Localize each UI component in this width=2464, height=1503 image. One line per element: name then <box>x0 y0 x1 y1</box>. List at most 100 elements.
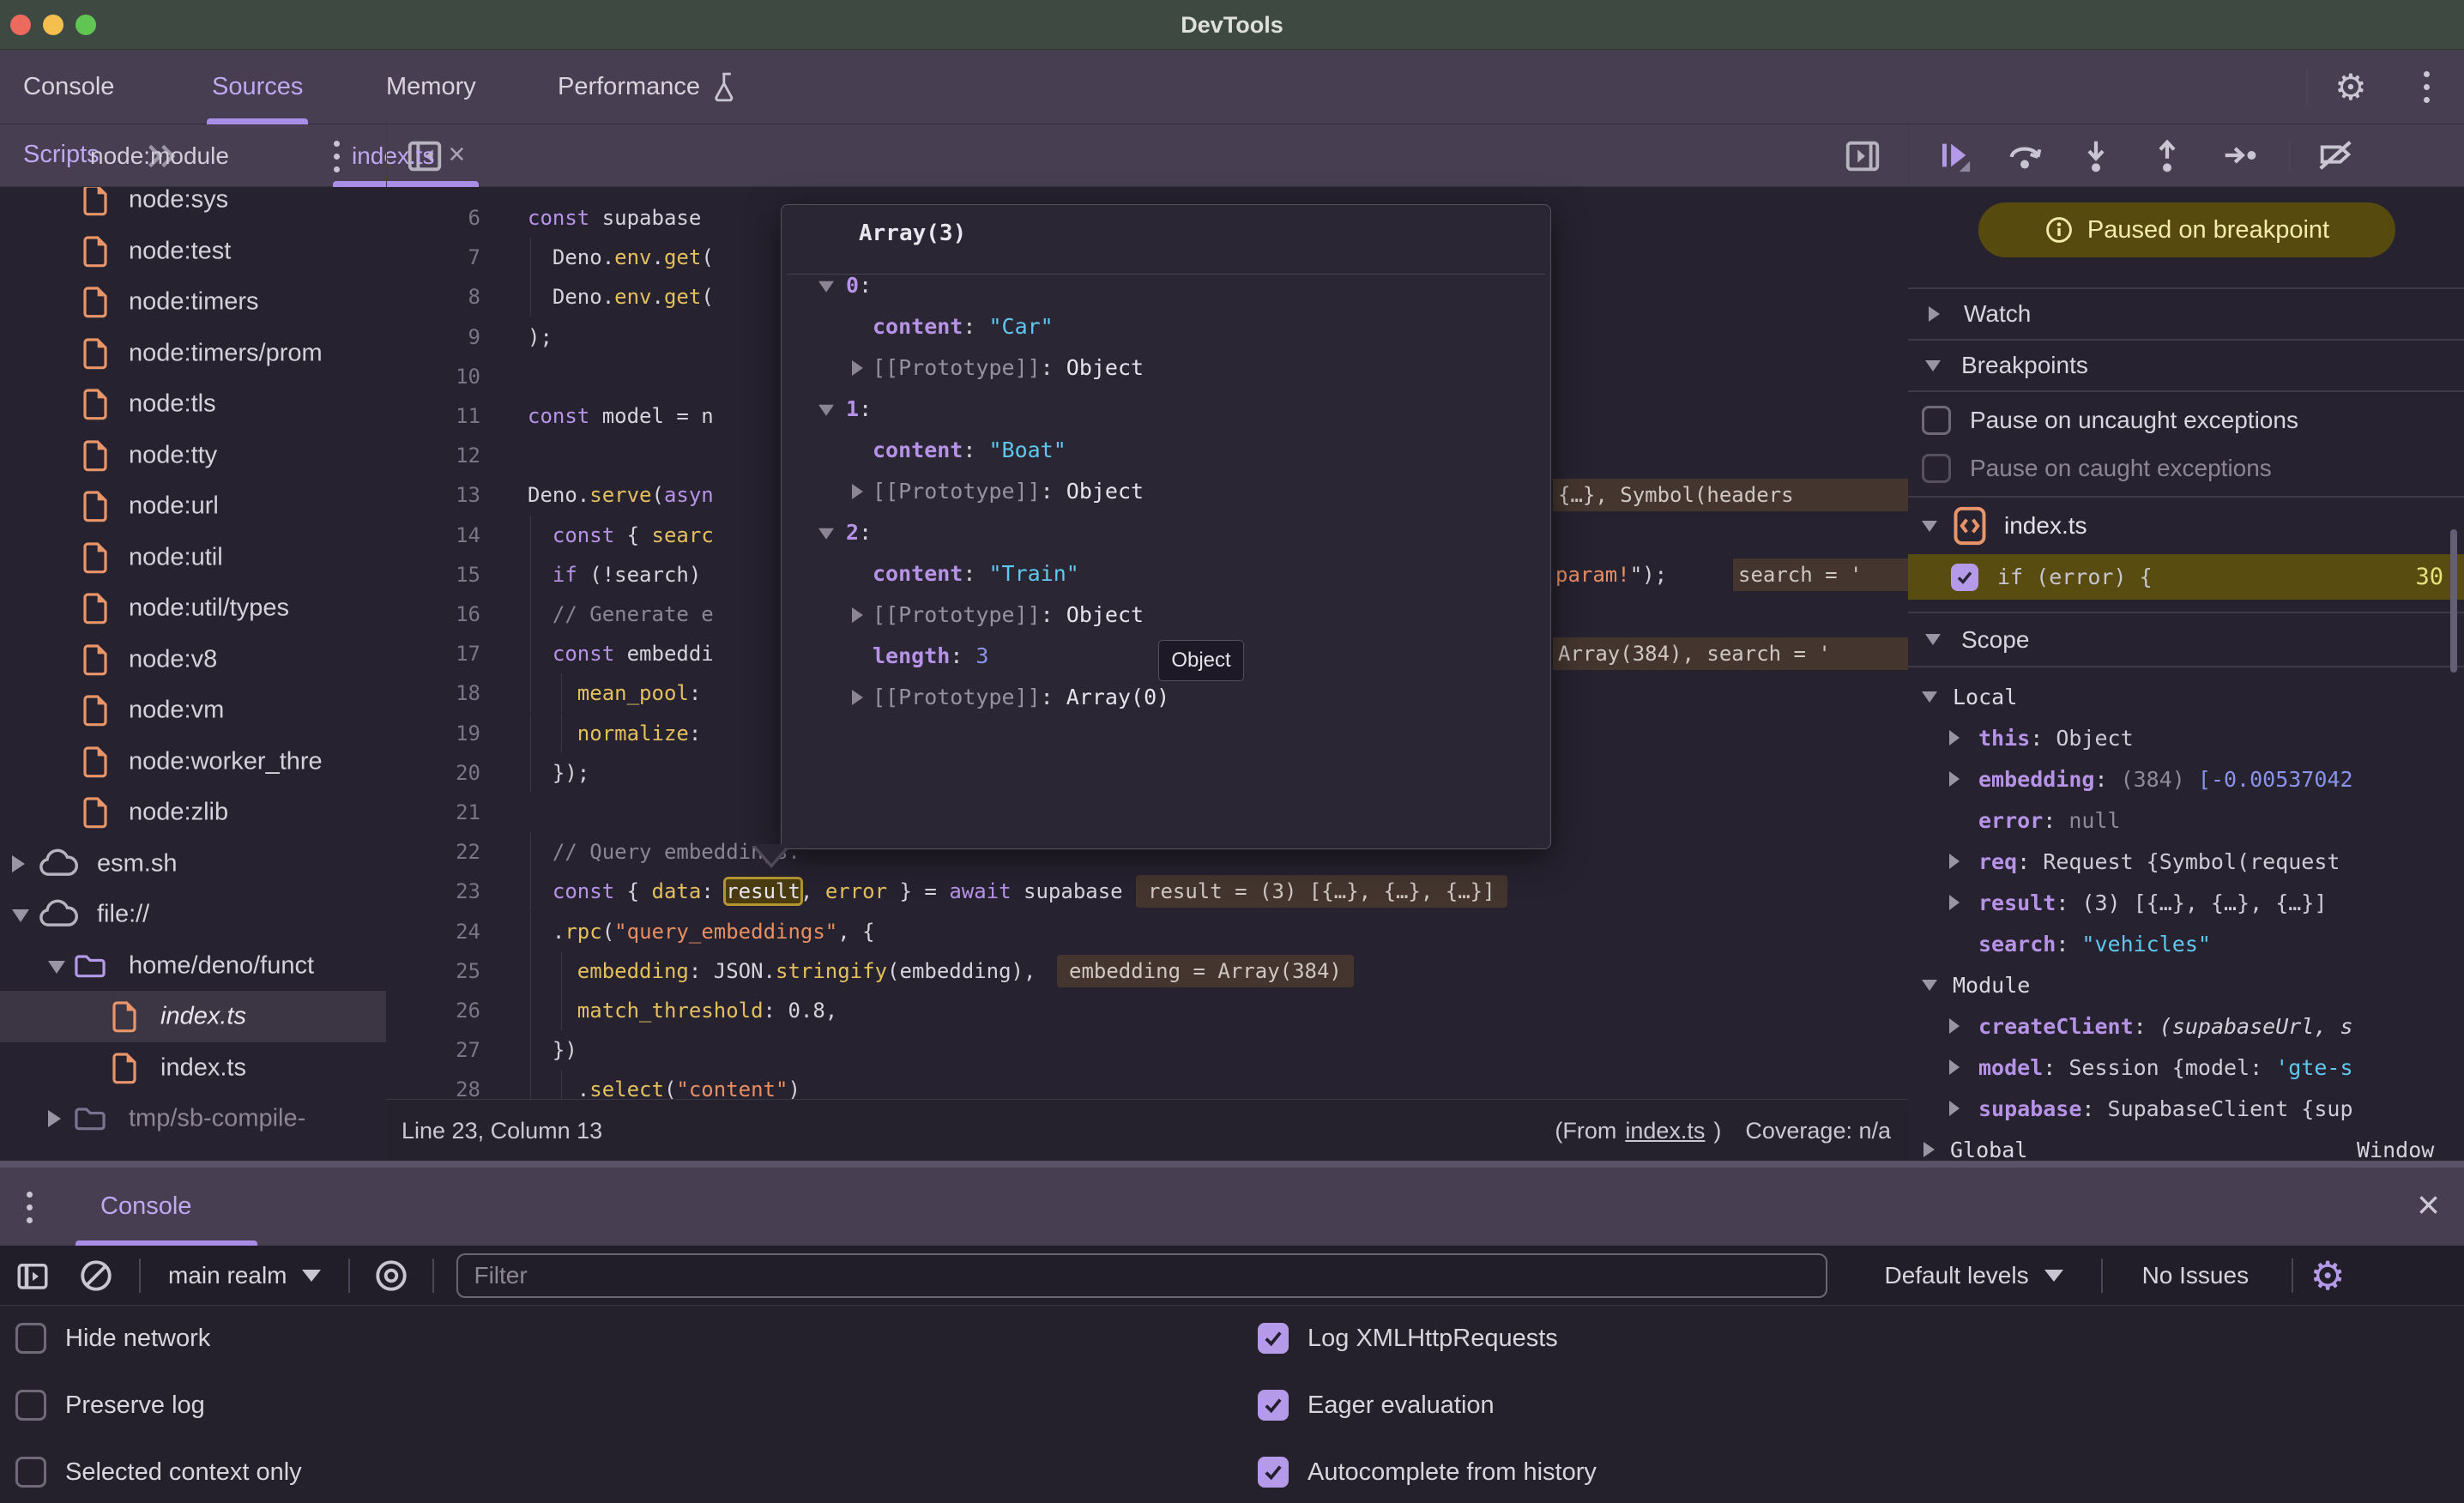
drawer-kebab-icon[interactable] <box>12 1188 46 1226</box>
scrollbar[interactable] <box>2450 529 2457 673</box>
context-selector[interactable]: main realm <box>168 1262 287 1289</box>
tree-item-node-vm[interactable]: node:vm <box>0 685 386 736</box>
collapsed-arrow-icon[interactable] <box>12 855 25 872</box>
breakpoint-file-group[interactable]: index.ts <box>1908 500 2464 552</box>
tree-item-home-deno-funct[interactable]: home/deno/funct <box>0 940 386 992</box>
line-number[interactable]: 15 <box>386 555 480 595</box>
console-sidebar-icon[interactable] <box>14 1258 51 1294</box>
code-line-24[interactable]: 24 .rpc("query_embeddings", { <box>386 912 1908 951</box>
console-filter-input[interactable] <box>456 1253 1827 1298</box>
popup-row[interactable]: [[Prototype]]: Object <box>782 595 1550 636</box>
line-number[interactable]: 19 <box>386 714 480 753</box>
more-options-kebab-icon[interactable] <box>2402 50 2450 124</box>
popup-row[interactable]: 1: <box>782 389 1550 430</box>
scope-var-this[interactable]: this: Object <box>1908 717 2464 758</box>
scope-group-module[interactable]: Module <box>1908 964 2464 1005</box>
line-number[interactable]: 25 <box>386 951 480 991</box>
tab-sources[interactable]: Sources <box>212 50 303 124</box>
scope-group-global[interactable]: GlobalWindow <box>1908 1129 2464 1161</box>
collapsed-arrow-icon[interactable] <box>1949 1101 1960 1116</box>
checkbox[interactable] <box>1258 1457 1289 1488</box>
scope-var-embedding[interactable]: embedding: (384) [-0.00537042 <box>1908 758 2464 800</box>
collapsed-arrow-icon[interactable] <box>1949 771 1960 787</box>
expanded-arrow-icon[interactable] <box>818 281 834 293</box>
tree-item-node-util-types[interactable]: node:util/types <box>0 582 386 634</box>
line-number[interactable]: 22 <box>386 832 480 872</box>
line-number[interactable]: 23 <box>386 872 480 911</box>
collapsed-arrow-icon[interactable] <box>1949 1018 1960 1034</box>
resume-icon[interactable] <box>1934 136 1973 175</box>
console-settings-gear-icon[interactable]: ⚙ <box>2304 1256 2352 1295</box>
collapsed-arrow-icon[interactable] <box>852 484 863 499</box>
close-tab-icon[interactable]: × <box>449 138 466 172</box>
scope-var-req[interactable]: req: Request {Symbol(request <box>1908 841 2464 882</box>
tree-item-node-test[interactable]: node:test <box>0 226 386 277</box>
issues-counter[interactable]: No Issues <box>2142 1262 2250 1289</box>
popup-row[interactable]: content: "Car" <box>782 306 1550 347</box>
tab-performance[interactable]: Performance <box>558 50 741 124</box>
live-expression-eye-icon[interactable] <box>372 1258 410 1294</box>
source-map-link[interactable]: index.ts <box>1625 1100 1705 1162</box>
line-number[interactable]: 9 <box>386 317 480 357</box>
line-number[interactable]: 27 <box>386 1030 480 1070</box>
collapsed-arrow-icon[interactable] <box>1949 1059 1960 1075</box>
tree-item-index.ts[interactable]: index.ts <box>0 991 386 1042</box>
line-number[interactable]: 26 <box>386 991 480 1030</box>
line-number[interactable]: 16 <box>386 595 480 634</box>
expanded-arrow-icon[interactable] <box>48 961 65 974</box>
tree-item-node-tty[interactable]: node:tty <box>0 430 386 481</box>
code-line-27[interactable]: 27 }) <box>386 1030 1908 1070</box>
console-setting-autocomplete-from-history[interactable]: Autocomplete from history <box>1258 1455 1597 1489</box>
tree-item-file-[interactable]: file:// <box>0 889 386 940</box>
console-setting-preserve-log[interactable]: Preserve log <box>15 1388 205 1422</box>
expanded-arrow-icon[interactable] <box>818 405 834 416</box>
code-line-26[interactable]: 26 match_threshold: 0.8, <box>386 991 1908 1030</box>
line-number[interactable]: 21 <box>386 793 480 832</box>
section-watch[interactable]: Watch <box>1908 289 2464 339</box>
collapsed-arrow-icon[interactable] <box>852 690 863 705</box>
tree-item-node-sys[interactable]: node:sys <box>0 187 386 226</box>
collapsed-arrow-icon[interactable] <box>1949 895 1960 910</box>
popup-row[interactable]: [[Prototype]]: Object <box>782 471 1550 512</box>
tree-item-node-worker-thre[interactable]: node:worker_thre <box>0 736 386 788</box>
tree-item-node-timers-prom[interactable]: node:timers/prom <box>0 328 386 379</box>
collapsed-arrow-icon[interactable] <box>48 1110 61 1127</box>
sidebar-kebab-icon[interactable] <box>319 139 353 173</box>
section-scope[interactable]: Scope <box>1908 613 2464 666</box>
tab-console-drawer[interactable]: Console <box>100 1168 191 1246</box>
scope-var-supabase[interactable]: supabase: SupabaseClient {sup <box>1908 1088 2464 1129</box>
step-into-icon[interactable] <box>2076 136 2116 175</box>
tree-item-node-tls[interactable]: node:tls <box>0 378 386 430</box>
line-number[interactable]: 13 <box>386 475 480 515</box>
tree-item-index.ts[interactable]: index.ts <box>0 1042 386 1094</box>
breakpoint-entry[interactable]: if (error) {30 <box>1908 554 2464 600</box>
line-number[interactable]: 20 <box>386 753 480 793</box>
scope-var-search[interactable]: search: "vehicles" <box>1908 923 2464 964</box>
line-number[interactable]: 7 <box>386 238 480 277</box>
tree-item-node-timers[interactable]: node:timers <box>0 276 386 328</box>
popup-row[interactable]: content: "Boat" <box>782 430 1550 471</box>
scope-var-result[interactable]: result: (3) [{…}, {…}, {…}] <box>1908 882 2464 923</box>
clear-console-icon[interactable] <box>77 1258 115 1294</box>
collapsed-arrow-icon[interactable] <box>852 607 863 623</box>
step-out-icon[interactable] <box>2147 136 2187 175</box>
checkbox[interactable] <box>1258 1390 1289 1421</box>
close-drawer-icon[interactable]: × <box>2417 1168 2440 1246</box>
step-over-icon[interactable] <box>2005 136 2044 175</box>
line-number[interactable]: 10 <box>386 357 480 396</box>
line-number[interactable]: 8 <box>386 277 480 317</box>
tree-item-node-zlib[interactable]: node:zlib <box>0 787 386 838</box>
expanded-arrow-icon[interactable] <box>12 909 29 922</box>
line-number[interactable]: 12 <box>386 436 480 475</box>
log-levels-selector[interactable]: Default levels <box>1884 1262 2028 1289</box>
line-number[interactable]: 24 <box>386 912 480 951</box>
section-breakpoints[interactable]: Breakpoints <box>1908 341 2464 390</box>
checkbox[interactable] <box>15 1323 46 1354</box>
collapsed-arrow-icon[interactable] <box>1949 854 1960 869</box>
scope-var-model[interactable]: model: Session {model: 'gte-s <box>1908 1047 2464 1088</box>
step-icon[interactable] <box>2219 136 2259 175</box>
code-line-25[interactable]: 25 embedding: JSON.stringify(embedding),… <box>386 951 1908 991</box>
console-setting-selected-context-only[interactable]: Selected context only <box>15 1455 302 1489</box>
checkbox[interactable] <box>15 1457 46 1488</box>
checkbox[interactable] <box>1922 406 1951 435</box>
